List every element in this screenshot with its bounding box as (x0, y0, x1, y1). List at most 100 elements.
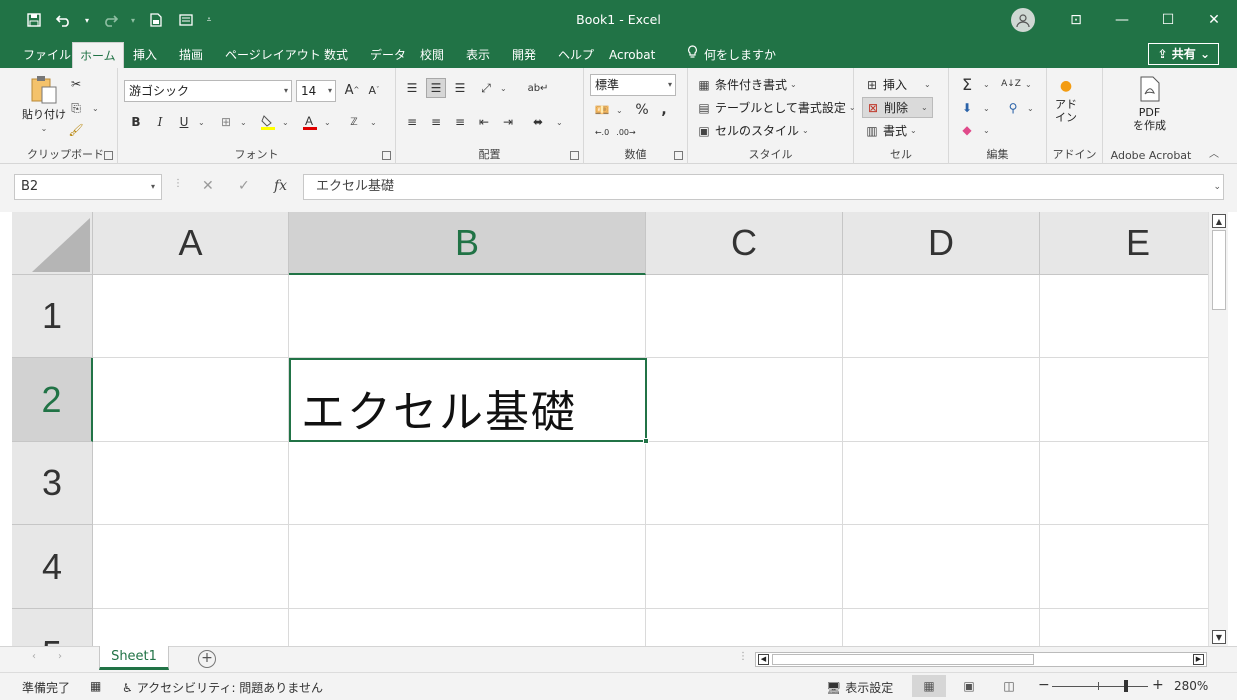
form-icon[interactable] (174, 9, 198, 31)
autosum-icon[interactable]: Σ (957, 74, 977, 94)
row-header-2[interactable]: 2 (12, 358, 93, 442)
decrease-decimal-icon[interactable]: .00→ (616, 122, 636, 142)
decrease-indent-icon[interactable]: ⇤ (474, 112, 494, 132)
vertical-scrollbar[interactable]: ▲ ▼ (1208, 212, 1228, 646)
font-name-dropdown[interactable]: 游ゴシック ▾ (124, 80, 292, 102)
tab-page-layout[interactable]: ページレイアウト (218, 42, 328, 68)
insert-cells-button[interactable]: ⊞ 挿入 ⌄ (864, 76, 931, 93)
clipboard-launcher-icon[interactable] (104, 151, 113, 160)
addins-button[interactable]: ● アド イン (1055, 78, 1077, 124)
name-box[interactable]: B2 ▾ (14, 174, 162, 200)
orientation-icon[interactable]: ⤢ (476, 78, 496, 98)
tab-review[interactable]: 校閲 (413, 42, 451, 68)
tab-split-handle-icon[interactable]: ⋮ (738, 651, 748, 662)
borders-icon[interactable]: ⊞ (216, 112, 236, 132)
formula-input[interactable]: エクセル基礎 (303, 174, 1224, 200)
zoom-level[interactable]: 280% (1174, 679, 1208, 693)
italic-button[interactable]: I (150, 112, 170, 132)
collapse-ribbon-icon[interactable]: ︿ (1209, 145, 1219, 160)
column-header-b[interactable]: B (289, 212, 646, 275)
column-header-a[interactable]: A (93, 212, 289, 275)
page-layout-view-icon[interactable]: ▣ (952, 675, 986, 697)
orientation-dropdown-icon[interactable]: ⌄ (500, 84, 507, 93)
fill-dropdown-icon[interactable]: ⌄ (983, 104, 990, 113)
zoom-out-button[interactable]: − (1038, 677, 1050, 693)
normal-view-icon[interactable]: ▦ (912, 675, 946, 697)
copy-dropdown-icon[interactable]: ⌄ (92, 104, 99, 113)
delete-cells-button[interactable]: ⊠ 削除 ⌄ (862, 97, 933, 118)
redo-icon[interactable] (98, 9, 122, 31)
wrap-text-icon[interactable]: ab↵ (528, 78, 549, 98)
row-header-3[interactable]: 3 (12, 442, 93, 525)
tab-insert[interactable]: 挿入 (126, 42, 164, 68)
find-select-dropdown-icon[interactable]: ⌄ (1027, 104, 1034, 113)
merge-center-icon[interactable]: ⬌ (528, 112, 548, 132)
column-header-d[interactable]: D (843, 212, 1040, 275)
format-cells-button[interactable]: ▥ 書式 ⌄ (864, 122, 916, 139)
align-bottom-icon[interactable]: ☰ (450, 78, 470, 98)
align-middle-icon[interactable]: ☰ (426, 78, 446, 98)
increase-indent-icon[interactable]: ⇥ (498, 112, 518, 132)
customize-qat-icon[interactable]: ⩡ (204, 9, 214, 31)
cell-styles-button[interactable]: ▣ セルのスタイル ⌄ (696, 122, 808, 139)
autosum-dropdown-icon[interactable]: ⌄ (983, 80, 990, 89)
undo-dropdown-icon[interactable]: ▾ (82, 9, 92, 31)
active-cell-b2[interactable]: エクセル基礎 (289, 358, 649, 444)
copy-icon[interactable]: ⎘ (66, 98, 86, 118)
page-break-preview-icon[interactable]: ◫ (992, 675, 1026, 697)
horizontal-scrollbar[interactable]: ◀ ▶ (755, 652, 1207, 667)
previous-sheet-icon[interactable]: ‹ (32, 651, 36, 662)
bold-button[interactable]: B (126, 112, 146, 132)
increase-font-size-button[interactable]: A ^ (342, 80, 362, 100)
zoom-slider-track[interactable] (1052, 686, 1148, 687)
create-pdf-button[interactable]: PDF を作成 (1133, 76, 1166, 132)
accounting-format-icon[interactable]: 💴 (592, 100, 612, 120)
font-color-dropdown-icon[interactable]: ⌄ (324, 118, 331, 127)
tab-acrobat[interactable]: Acrobat (602, 42, 662, 68)
insert-function-button[interactable]: fx (274, 178, 287, 194)
comma-style-button[interactable]: , (654, 100, 674, 120)
ribbon-display-options-icon[interactable]: ⊡ (1053, 0, 1099, 40)
number-format-dropdown[interactable]: 標準 ▾ (590, 74, 676, 96)
format-as-table-button[interactable]: ▤ テーブルとして書式設定 ⌄ (696, 99, 855, 116)
underline-dropdown-icon[interactable]: ⌄ (198, 118, 205, 127)
sheet-tab-sheet1[interactable]: Sheet1 (99, 646, 169, 670)
clear-dropdown-icon[interactable]: ⌄ (983, 126, 990, 135)
scroll-up-icon[interactable]: ▲ (1212, 214, 1226, 228)
align-top-icon[interactable]: ☰ (402, 78, 422, 98)
column-header-c[interactable]: C (646, 212, 843, 275)
sort-filter-dropdown-icon[interactable]: ⌄ (1025, 80, 1032, 89)
vertical-scroll-thumb[interactable] (1212, 230, 1226, 310)
tab-draw[interactable]: 描画 (172, 42, 210, 68)
enter-entry-button[interactable]: ✓ (238, 178, 250, 194)
tab-data[interactable]: データ (363, 42, 413, 68)
row-header-4[interactable]: 4 (12, 525, 93, 609)
zoom-slider-thumb[interactable] (1124, 680, 1128, 692)
accessibility-status[interactable]: ♿ アクセシビリティ: 問題ありません (122, 679, 323, 696)
add-sheet-icon[interactable]: + (198, 650, 216, 668)
close-button[interactable]: ✕ (1191, 0, 1237, 40)
maximize-button[interactable]: ☐ (1145, 0, 1191, 40)
display-settings-button[interactable]: 🖥 表示設定 (826, 679, 893, 696)
tab-help[interactable]: ヘルプ (551, 42, 601, 68)
find-select-icon[interactable]: ⚲ (1003, 98, 1023, 118)
accounting-dropdown-icon[interactable]: ⌄ (616, 106, 623, 115)
macro-record-icon[interactable]: ▦ (90, 679, 101, 693)
redo-dropdown-icon[interactable]: ▾ (128, 9, 138, 31)
fill-color-icon[interactable] (258, 112, 278, 132)
phonetic-guide-icon[interactable]: ℤ (344, 112, 364, 132)
increase-decimal-icon[interactable]: ←.0 (592, 122, 612, 142)
alignment-launcher-icon[interactable] (570, 151, 579, 160)
row-header-5[interactable]: 5 (12, 609, 93, 646)
share-button[interactable]: ⇪ 共有 ⌄ (1148, 43, 1219, 65)
tab-formulas[interactable]: 数式 (317, 42, 355, 68)
fill-color-dropdown-icon[interactable]: ⌄ (282, 118, 289, 127)
select-all-button[interactable] (12, 212, 93, 275)
expand-formula-bar-icon[interactable]: ⌄ (1213, 182, 1221, 192)
align-right-icon[interactable]: ≡ (450, 112, 470, 132)
minimize-button[interactable]: — (1099, 0, 1145, 40)
number-launcher-icon[interactable] (674, 151, 683, 160)
borders-dropdown-icon[interactable]: ⌄ (240, 118, 247, 127)
align-center-icon[interactable]: ≡ (426, 112, 446, 132)
scroll-right-icon[interactable]: ▶ (1193, 654, 1204, 665)
